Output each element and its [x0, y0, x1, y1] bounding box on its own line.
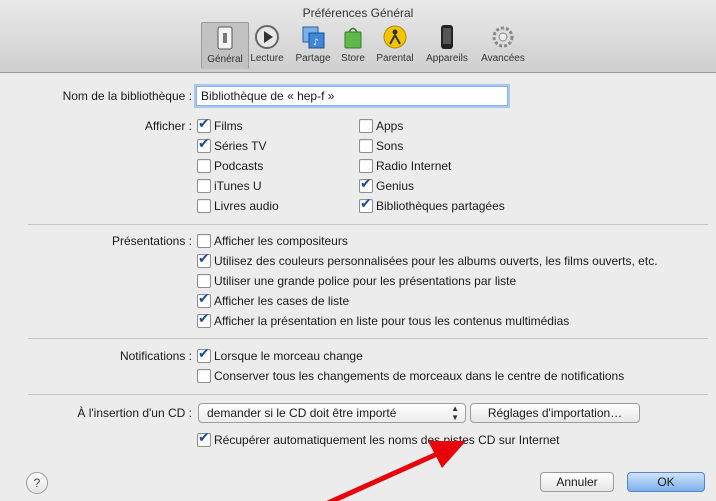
annotation-arrow-icon [326, 441, 466, 501]
